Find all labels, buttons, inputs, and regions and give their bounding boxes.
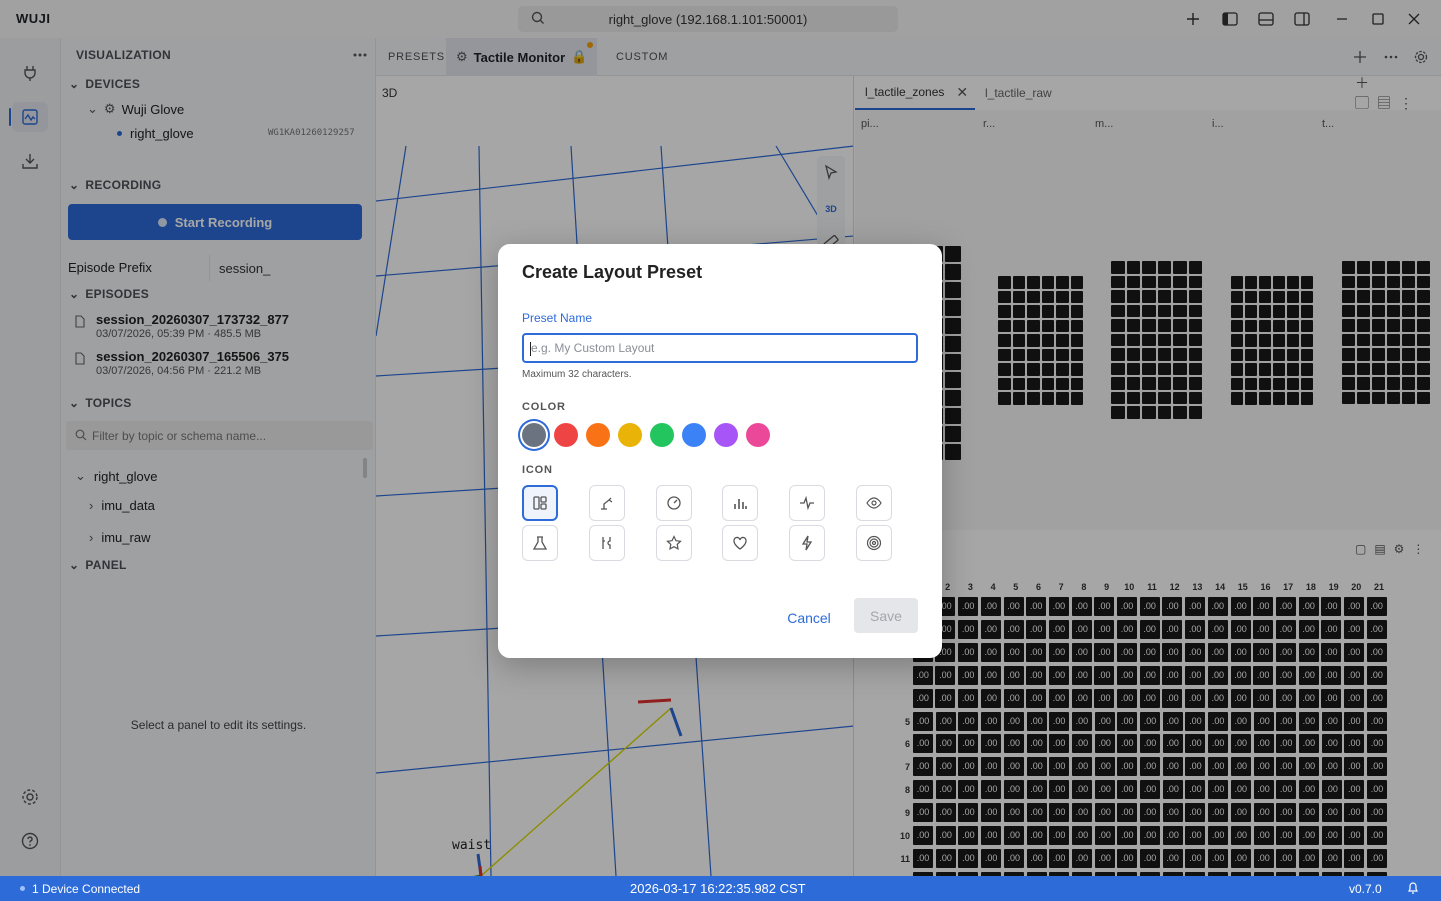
create-layout-preset-dialog: Create Layout Preset Preset Name e.g. My… [498,244,942,658]
preset-name-input[interactable]: e.g. My Custom Layout [522,333,918,363]
target-icon [866,535,882,551]
icon-option-eye[interactable] [856,485,892,521]
icon-option-gauge[interactable] [655,485,692,521]
dialog-title: Create Layout Preset [522,262,703,282]
version: v0.7.0 [1349,882,1382,896]
devices-connected-status[interactable]: 1 Device Connected [32,882,140,896]
tools-icon [599,535,615,551]
color-swatch[interactable] [746,423,770,447]
icon-option-robot-arm[interactable] [588,485,625,521]
flask-icon [532,535,548,551]
color-swatch[interactable] [554,423,578,447]
icon-option-bar-chart[interactable] [722,485,759,521]
bar-chart-icon [732,495,748,511]
icon-header: ICON [522,464,553,476]
status-bar: 1 Device Connected 2026-03-17 16:22:35.9… [0,876,1441,901]
heart-icon [732,535,748,551]
icon-option-flask[interactable] [522,525,558,561]
eye-icon [866,495,882,511]
color-header: COLOR [522,401,566,413]
color-swatch[interactable] [714,423,738,447]
robot-arm-icon [599,495,615,511]
gauge-icon [666,495,682,511]
icon-option-bolt[interactable] [789,525,826,561]
color-swatch[interactable] [618,423,642,447]
preset-name-placeholder: e.g. My Custom Layout [531,341,655,355]
icon-option-tools[interactable] [588,525,625,561]
icon-option-target[interactable] [856,525,892,561]
timestamp: 2026-03-17 16:22:35.982 CST [630,881,806,896]
app-window: WUJI right_glove (192.168.1.101:50001) V… [0,0,1441,901]
icon-option-star[interactable] [655,525,692,561]
color-swatch[interactable] [522,423,546,447]
status-dot-icon [20,886,25,891]
color-swatch[interactable] [586,423,610,447]
star-icon [665,535,682,551]
color-swatch[interactable] [682,423,706,447]
save-button[interactable]: Save [854,598,918,633]
preset-name-hint: Maximum 32 characters. [522,369,632,380]
bell-icon[interactable] [1407,881,1419,898]
icon-option-heart[interactable] [722,525,759,561]
cancel-button[interactable]: Cancel [778,602,840,634]
icon-option-layout[interactable] [522,485,558,521]
icon-option-pulse[interactable] [789,485,826,521]
bolt-icon [799,535,815,551]
pulse-icon [799,495,815,511]
layout-icon [532,495,548,511]
preset-name-label: Preset Name [522,311,593,325]
color-swatch[interactable] [650,423,674,447]
